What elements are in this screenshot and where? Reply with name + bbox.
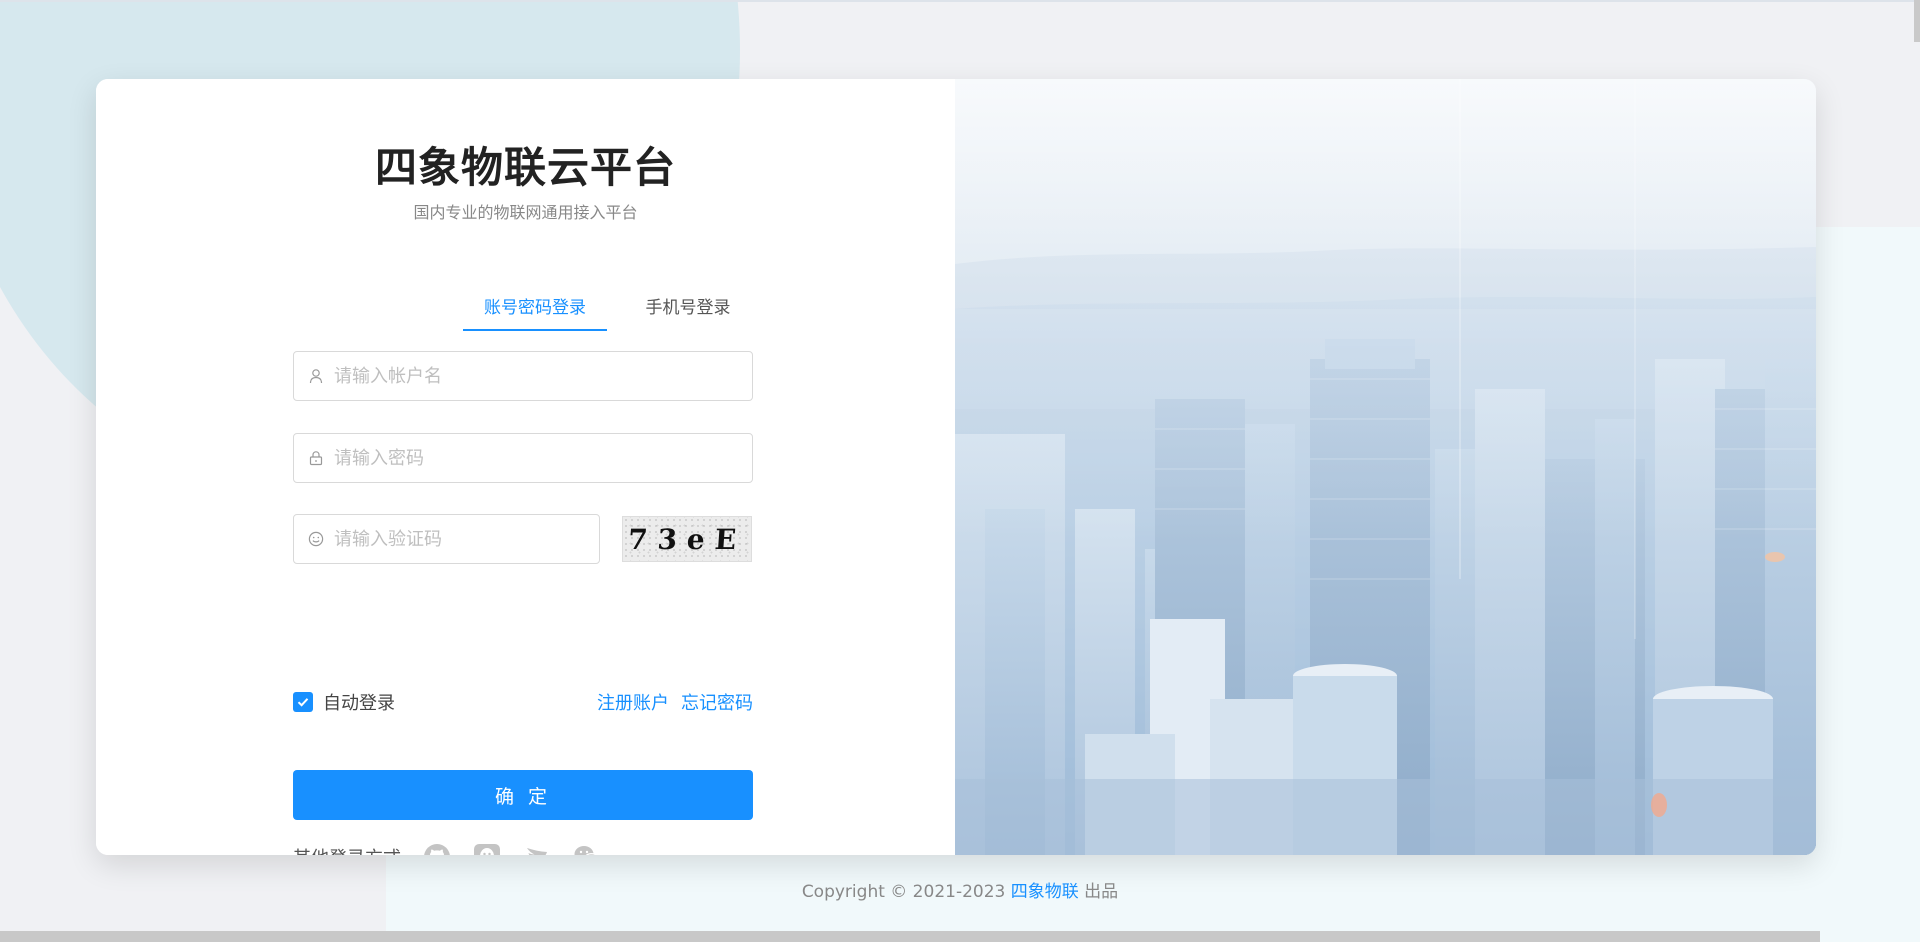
auto-login-label: 自动登录 — [323, 693, 395, 714]
login-form-pane: 四象物联云平台 国内专业的物联网通用接入平台 账号密码登录 手机号登录 请输入帐… — [96, 79, 955, 855]
account-links: 注册账户 忘记密码 — [597, 689, 753, 715]
dingtalk-icon[interactable] — [521, 841, 553, 855]
qq-icon[interactable] — [471, 841, 503, 855]
horizontal-scrollbar[interactable] — [0, 931, 1820, 942]
login-tabs: 账号密码登录 手机号登录 — [367, 291, 827, 333]
login-card: 四象物联云平台 国内专业的物联网通用接入平台 账号密码登录 手机号登录 请输入帐… — [96, 79, 1816, 855]
tab-phone-login[interactable]: 手机号登录 — [633, 291, 743, 331]
password-field[interactable] — [293, 433, 753, 483]
auto-login-checkbox[interactable]: 自动登录 — [293, 689, 395, 715]
github-icon[interactable] — [421, 841, 453, 855]
smile-icon — [308, 531, 324, 547]
tab-account-login[interactable]: 账号密码登录 — [463, 291, 607, 331]
username-field[interactable] — [293, 351, 753, 401]
forgot-password-link[interactable]: 忘记密码 — [681, 689, 753, 715]
vertical-scrollbar[interactable] — [1914, 0, 1920, 42]
copyright-footer: Copyright © 2021-2023 四象物联 出品 — [0, 877, 1920, 902]
user-icon — [308, 368, 324, 384]
image-haze-overlay — [955, 79, 1816, 855]
footer-suffix: 出品 — [1078, 882, 1119, 902]
page-title: 四象物联云平台 — [374, 143, 676, 192]
lock-icon — [308, 450, 324, 466]
submit-button[interactable]: 确 定 — [293, 770, 753, 820]
city-image-pane — [955, 79, 1816, 855]
password-input[interactable] — [332, 446, 752, 470]
other-login-methods: 其他登录方式 — [293, 839, 603, 855]
page-subtitle: 国内专业的物联网通用接入平台 — [413, 203, 638, 222]
copyright-text: Copyright © 2021-2023 — [801, 882, 1011, 902]
footer-brand-link[interactable]: 四象物联 — [1011, 882, 1079, 902]
wechat-icon[interactable] — [571, 841, 603, 855]
login-options: 自动登录 注册账户 忘记密码 — [293, 689, 753, 715]
captcha-field[interactable] — [293, 514, 600, 564]
captcha-image[interactable]: 73eE — [622, 516, 752, 562]
checkmark-icon[interactable] — [293, 692, 313, 712]
other-login-label: 其他登录方式 — [293, 844, 401, 855]
username-input[interactable] — [332, 364, 752, 388]
captcha-input[interactable] — [332, 527, 599, 551]
top-border — [0, 0, 1920, 2]
register-link[interactable]: 注册账户 — [597, 689, 669, 715]
login-page: 四象物联云平台 国内专业的物联网通用接入平台 账号密码登录 手机号登录 请输入帐… — [0, 0, 1920, 942]
captcha-text: 73eE — [626, 522, 748, 556]
